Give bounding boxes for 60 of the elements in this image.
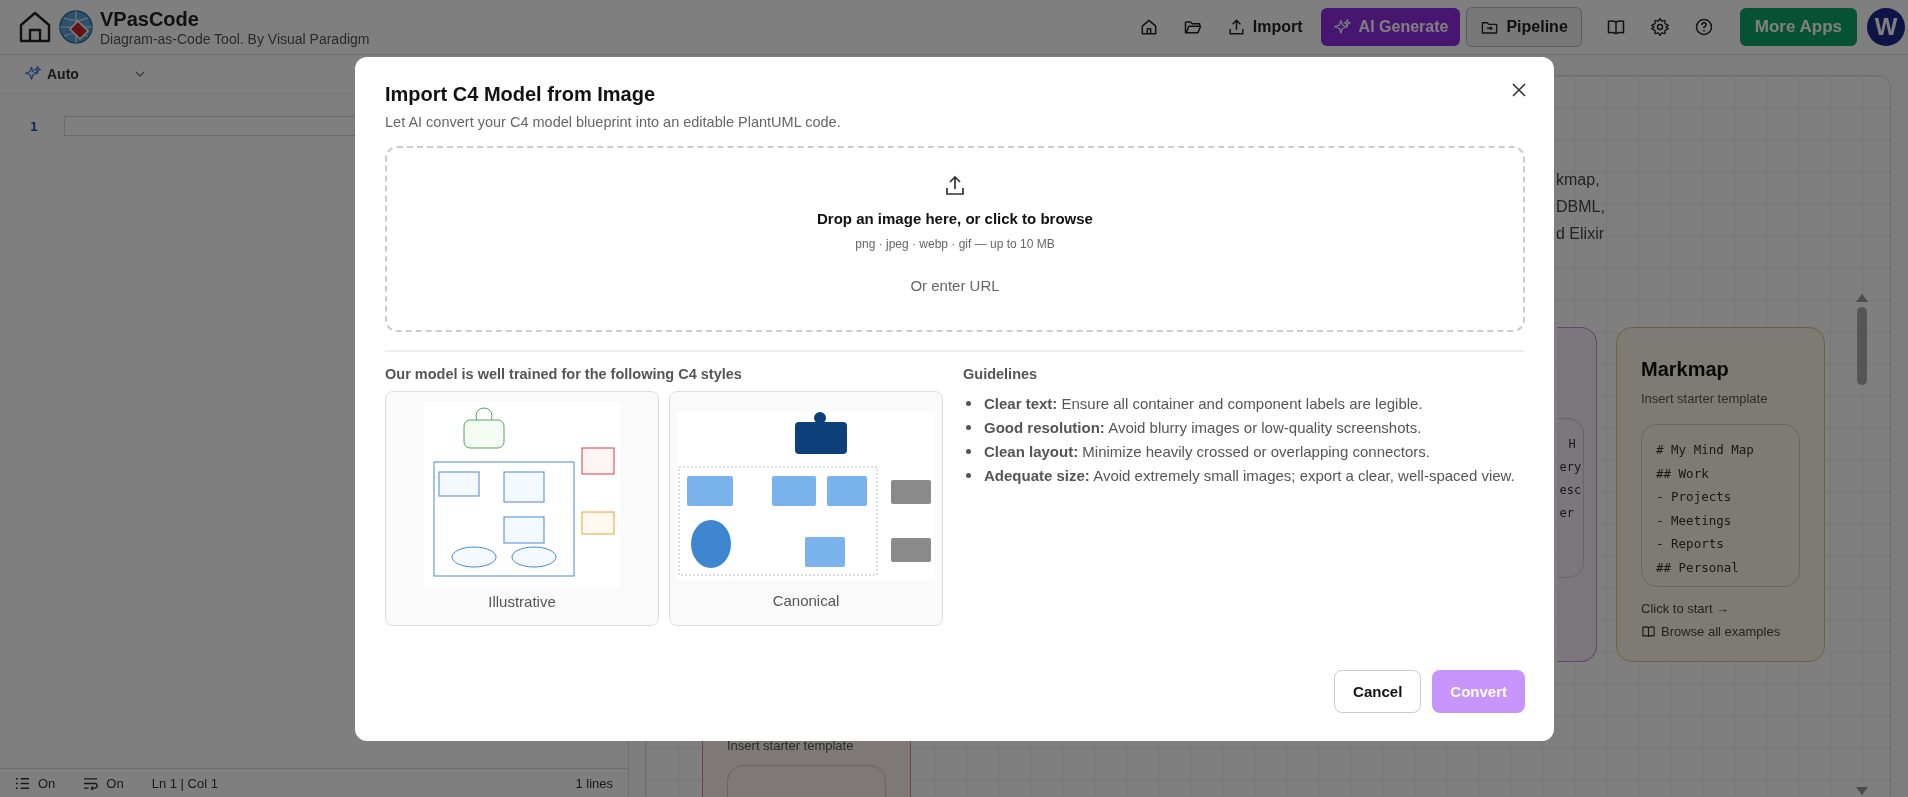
guideline-item: Clear text: Ensure all container and component labels are legible. — [984, 394, 1423, 414]
cursor-position: Ln 1 | Col 1 — [151, 775, 218, 791]
upload-icon — [943, 174, 967, 198]
code-line: - Meetings — [1656, 511, 1733, 530]
code-line: - Projects — [1656, 488, 1733, 506]
list-icon — [15, 775, 30, 791]
guideline-item: Clean layout: Minimize heavily crossed or overlapping connectors. — [984, 442, 1430, 462]
sparkle-icon — [24, 65, 42, 83]
card-title: Markmap — [1641, 358, 1730, 381]
style-card[interactable]: Illustrative — [385, 391, 659, 626]
code-line: - Reports — [1656, 535, 1725, 553]
style-label: Canonical — [772, 592, 840, 609]
guideline-item: Good resolution: Avoid blurry images or low-quality screenshots. — [984, 418, 1422, 438]
code-line: ## Personal — [1656, 558, 1740, 577]
intro-text: d Elixir — [1556, 224, 1605, 244]
browse-examples-link[interactable]: Browse all examples — [1641, 624, 1800, 639]
card-subtitle: Insert starter template — [727, 738, 855, 753]
user-avatar[interactable]: W — [1867, 8, 1905, 46]
ai-generate-button[interactable]: AI Generate — [1320, 8, 1461, 46]
style-label: Illustrative — [488, 593, 556, 610]
word-wrap-toggle[interactable]: On — [83, 775, 124, 791]
guidelines-heading: Guidelines — [963, 366, 1039, 382]
sparkle-icon — [1332, 17, 1352, 37]
app-subtitle: Diagram-as-Code Tool. By Visual Paradigm — [100, 30, 370, 48]
globe-logo-icon — [58, 9, 94, 45]
mode-dropdown[interactable]: Auto — [20, 61, 150, 87]
app-title: VPasCode — [100, 6, 200, 31]
code-line: ## Work — [1656, 464, 1710, 483]
dialog-subtitle: Let AI convert your C4 model blueprint into an editable PlantUML code. — [385, 114, 842, 130]
dialog-title: Import C4 Model from Image — [385, 83, 656, 106]
drop-heading: Drop an image here, or click to browse — [817, 210, 1093, 227]
click-to-start[interactable]: Click to start → — [1641, 601, 1800, 616]
image-drop-zone[interactable]: Drop an image here, or click to browse png · jpeg · webp · gif — up to 10 MB Or enter URL — [385, 146, 1525, 332]
code-line: ery — [1559, 459, 1583, 476]
card-subtitle: Insert starter template — [1641, 391, 1769, 406]
line-count: 1 lines — [575, 775, 613, 791]
template-card[interactable]: Markmap Insert starter template # My Mind Map ## Work - Projects - Meetings - Reports ## Personal Click to start → Browse all examples — [1616, 327, 1825, 662]
line-numbers-toggle[interactable]: On — [15, 775, 56, 791]
guideline-item: Adequate size: Avoid extremely small images; export a clear, well-spaced view. — [984, 466, 1515, 486]
code-line: er — [1559, 505, 1575, 522]
home-icon[interactable] — [18, 10, 52, 44]
book-icon — [1641, 624, 1656, 639]
import-button[interactable]: Import — [1214, 9, 1315, 45]
code-line: esc — [1559, 482, 1583, 499]
intro-text: kmap, — [1556, 170, 1601, 190]
scrollbar[interactable] — [1856, 294, 1868, 385]
upload-icon — [1226, 17, 1246, 37]
intro-text: DBML, — [1556, 197, 1606, 217]
styles-heading: Our model is well trained for the following C4 styles — [385, 366, 743, 382]
code-line: H — [1567, 436, 1577, 453]
line-number: 1 — [29, 118, 39, 134]
style-card[interactable]: Canonical — [669, 391, 943, 626]
format-hint: png · jpeg · webp · gif — up to 10 MB — [855, 237, 1055, 251]
pipeline-button[interactable]: Pipeline — [1466, 7, 1582, 47]
wrap-icon — [83, 775, 99, 791]
code-line: # My Mind Map — [1656, 441, 1755, 459]
template-card[interactable]: H ery esc er — [1556, 327, 1597, 662]
cancel-button[interactable]: Cancel — [1334, 670, 1422, 713]
enter-url-link[interactable]: Or enter URL — [910, 277, 1000, 294]
more-apps-button[interactable]: More Apps — [1739, 8, 1857, 46]
